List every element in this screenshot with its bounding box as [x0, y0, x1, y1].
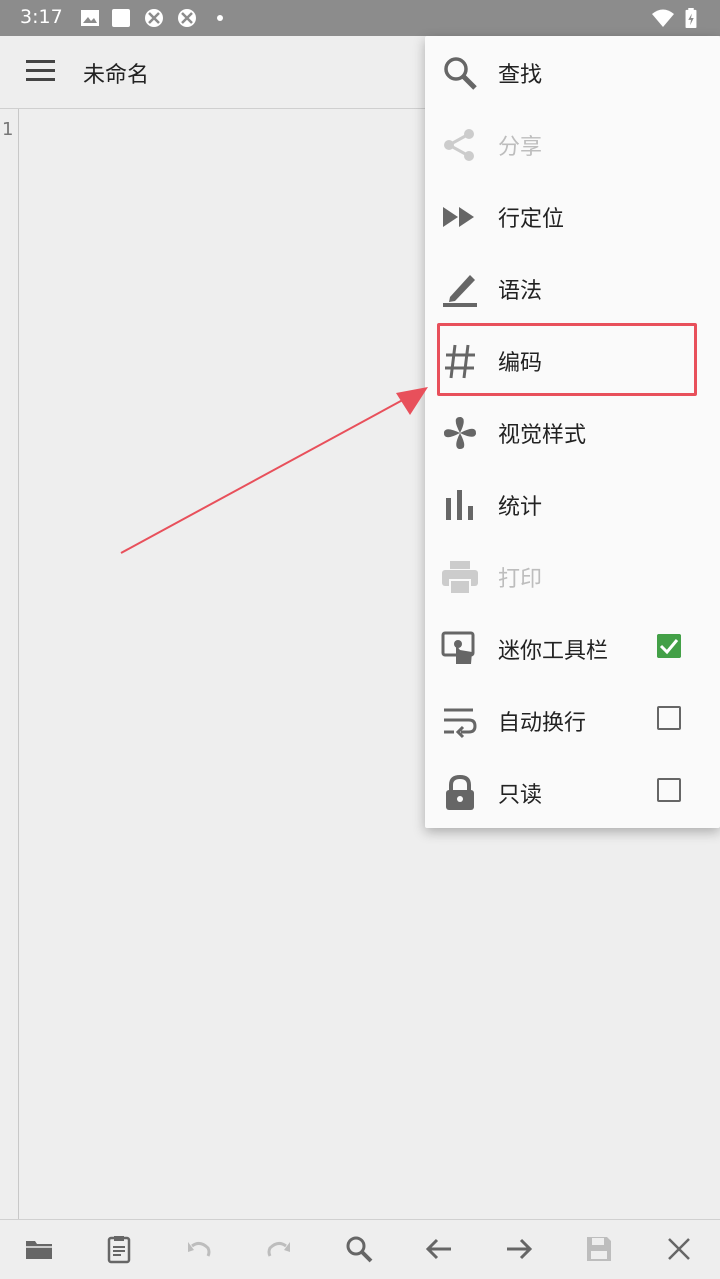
annotation-arrow — [120, 387, 428, 554]
